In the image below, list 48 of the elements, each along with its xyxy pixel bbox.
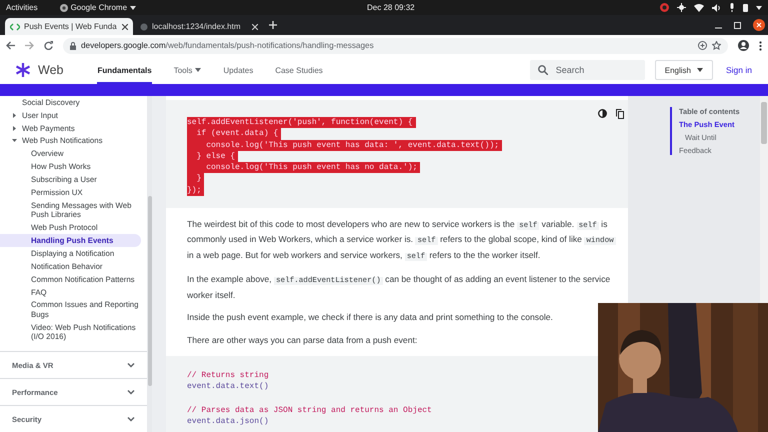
nav-tab[interactable]: Case Studies (275, 56, 323, 84)
browser-tab[interactable]: Push Events | Web Funda (5, 18, 133, 35)
volume-icon[interactable] (712, 4, 721, 12)
code-comment: // Returns string (187, 370, 269, 382)
caret-icon (130, 6, 136, 10)
copy-icon[interactable] (616, 109, 624, 119)
scrollbar[interactable] (148, 196, 152, 386)
maximize-icon[interactable] (734, 22, 741, 28)
logo-icon (15, 62, 31, 78)
caret-icon (697, 68, 703, 72)
address-field[interactable]: developers.google.com/web/fundamentals/push-notifications/handling-messages (63, 38, 728, 54)
chrome-icon (60, 4, 68, 12)
brightness-icon[interactable] (677, 3, 686, 12)
browser-tab[interactable]: localhost:1234/index.htm (135, 18, 263, 35)
clock[interactable]: Dec 28 09:32 (367, 3, 415, 12)
search-field[interactable]: Search (530, 60, 645, 80)
new-tab-icon[interactable] (269, 21, 277, 29)
nav-tab[interactable]: Tools (174, 56, 202, 84)
code-icon (10, 22, 20, 30)
search-icon (538, 65, 548, 75)
code-line: event.data.json() (187, 416, 269, 428)
close-icon[interactable] (753, 19, 765, 31)
account-icon[interactable] (738, 40, 749, 51)
scrollbar[interactable] (761, 102, 767, 144)
paragraph: Inside the push event example, we check if there is any data and print something to the console. (187, 311, 554, 324)
microphone-icon[interactable] (729, 3, 735, 12)
wifi-icon[interactable] (694, 4, 704, 12)
code-comment: // Parses data as JSON string and returns an Object (187, 404, 432, 416)
lock-icon (70, 42, 76, 50)
menu-icon[interactable] (759, 40, 762, 50)
nav-tab[interactable]: Updates (223, 56, 254, 84)
globe-icon (140, 22, 148, 30)
reload-icon[interactable] (44, 41, 53, 50)
activities-button[interactable]: Activities (6, 3, 38, 12)
contrast-icon[interactable] (598, 109, 607, 118)
add-icon[interactable] (698, 41, 707, 50)
caret-icon[interactable] (756, 6, 762, 10)
star-icon[interactable] (712, 41, 721, 50)
paragraph: There are other ways you can parse data from a push event: (187, 334, 418, 347)
code-line: event.data.text() (187, 381, 269, 393)
sign-in-link[interactable]: Sign in (726, 65, 752, 75)
back-icon[interactable] (6, 41, 15, 50)
power-icon[interactable] (660, 3, 669, 12)
close-icon[interactable] (122, 24, 128, 30)
battery-icon[interactable] (743, 3, 748, 12)
site-logo-text[interactable]: Web (38, 63, 64, 77)
app-menu[interactable]: Google Chrome (60, 3, 136, 12)
language-dropdown[interactable]: English (654, 60, 713, 80)
